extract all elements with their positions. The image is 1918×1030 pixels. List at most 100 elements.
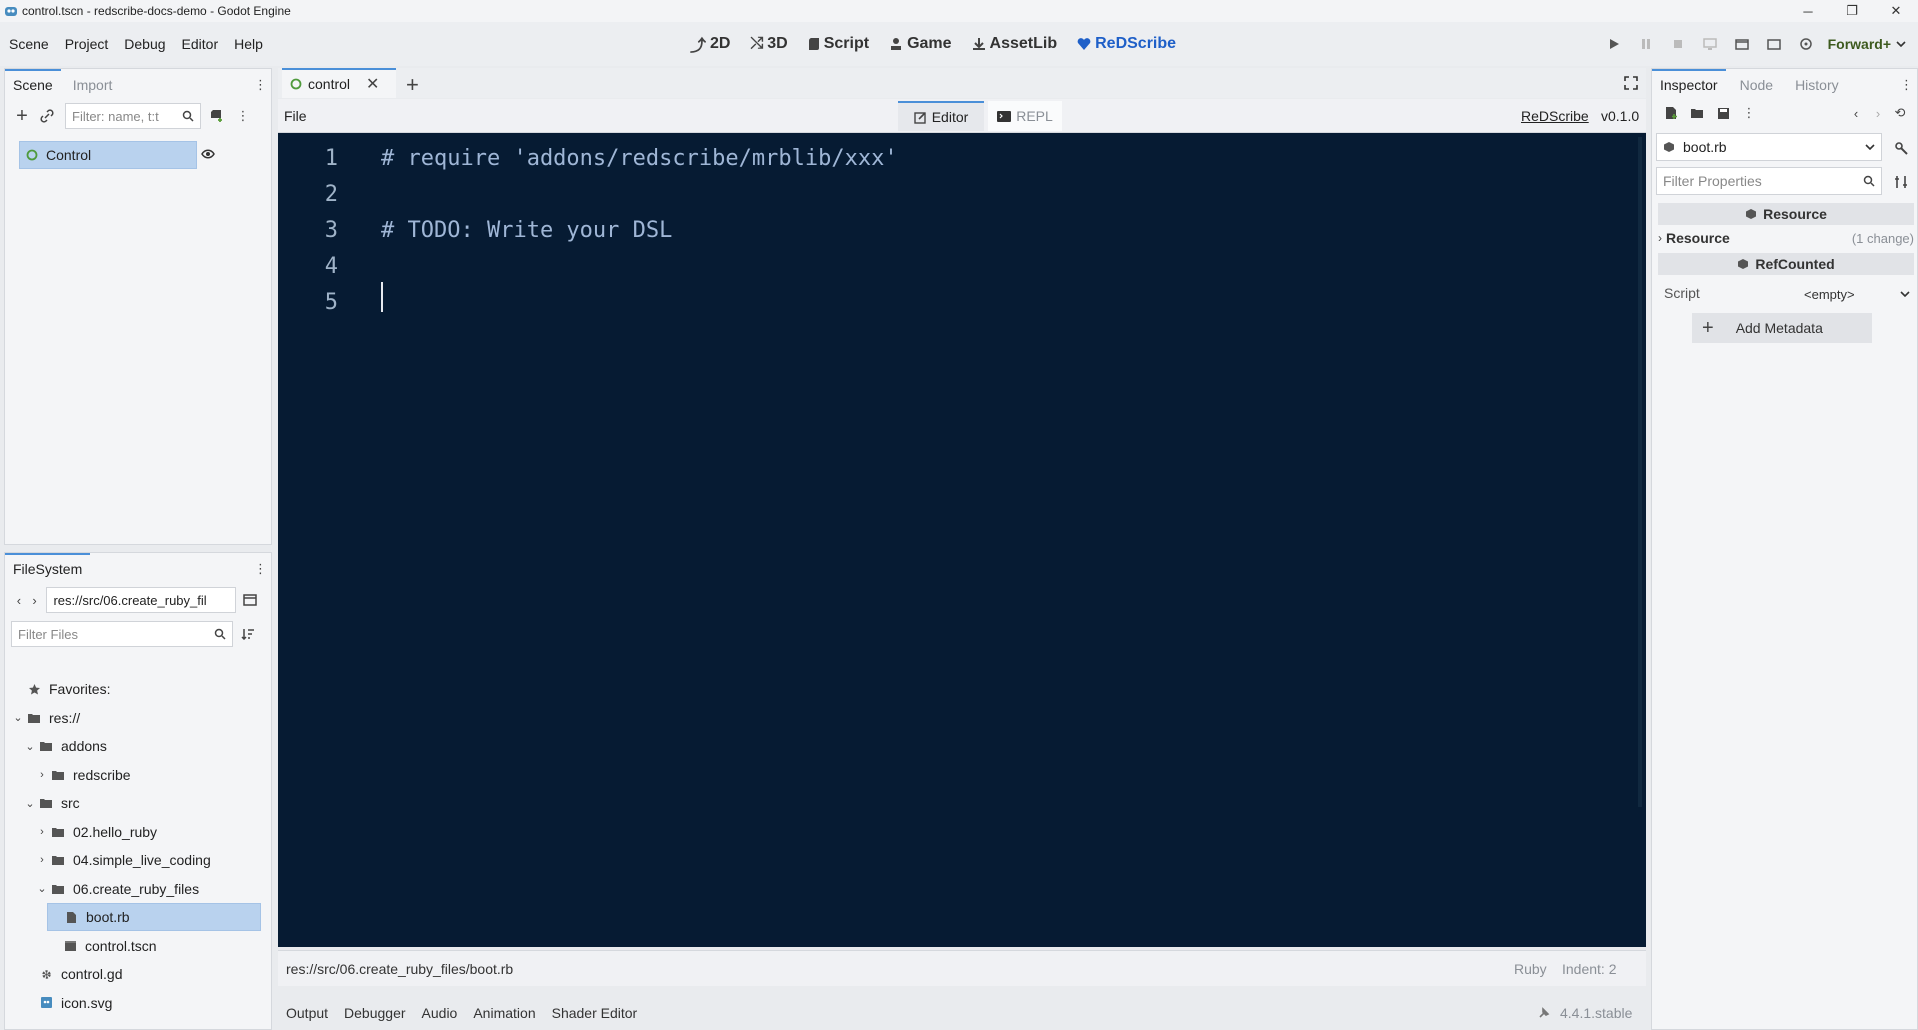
scene-tree-root[interactable]: Control	[19, 141, 197, 169]
history-back-icon[interactable]: ‹	[1845, 106, 1867, 121]
filesystem-tree-item[interactable]: › redscribe	[35, 761, 261, 789]
property-settings-icon[interactable]	[1894, 175, 1908, 189]
tab-output[interactable]: Output	[286, 1005, 328, 1021]
file-menu[interactable]: File	[284, 108, 307, 124]
add-node-icon[interactable]: +	[11, 105, 33, 128]
filesystem-tree-item[interactable]: control.tscn	[47, 932, 261, 960]
filesystem-tree-item[interactable]: control.gd	[23, 960, 261, 988]
code-line[interactable]: 1 # require 'addons/redscribe/mrblib/xxx'	[278, 141, 1638, 176]
attach-script-icon[interactable]	[201, 109, 233, 123]
renderer-selector[interactable]: Forward+	[1828, 36, 1906, 52]
scene-tab-control[interactable]: control ✕	[282, 68, 396, 98]
visibility-eye-icon[interactable]	[201, 148, 215, 160]
link-icon[interactable]	[33, 109, 61, 123]
scene-more-icon[interactable]: ⋮	[233, 108, 253, 124]
tab-filesystem[interactable]: FileSystem	[5, 553, 91, 583]
menu-help[interactable]: Help	[234, 36, 263, 52]
tab-scene[interactable]: Scene	[5, 69, 61, 99]
editor-scrollbar[interactable]	[1638, 137, 1642, 807]
code-line[interactable]: 4	[278, 249, 1638, 284]
play-custom-scene-icon[interactable]	[1758, 38, 1790, 50]
stop-icon[interactable]	[1662, 38, 1694, 50]
workspace-assetlib-button[interactable]: AssetLib	[972, 35, 1057, 53]
tab-inspector[interactable]: Inspector	[1652, 69, 1726, 99]
inspector-more-icon[interactable]: ⋮	[1736, 105, 1762, 121]
new-resource-icon[interactable]	[1658, 106, 1684, 120]
play-scene-icon[interactable]	[1726, 38, 1758, 50]
filter-properties-input[interactable]: Filter Properties	[1656, 167, 1882, 195]
new-tab-icon[interactable]: +	[406, 72, 419, 98]
close-window-button[interactable]: ✕	[1874, 0, 1918, 22]
filesystem-tree-item[interactable]: Favorites:	[11, 675, 261, 703]
workspace-script-button[interactable]: Script	[808, 35, 869, 53]
distraction-free-icon[interactable]	[1624, 76, 1638, 90]
close-tab-icon[interactable]: ✕	[366, 74, 379, 94]
dock-menu-icon[interactable]: ⋮	[254, 77, 267, 93]
tab-debugger[interactable]: Debugger	[344, 1005, 406, 1021]
menu-debug[interactable]: Debug	[124, 36, 165, 52]
pause-icon[interactable]	[1630, 38, 1662, 50]
tab-node[interactable]: Node	[1732, 71, 1781, 99]
filesystem-tree-item[interactable]: ⌄ addons	[23, 732, 261, 760]
control-node-icon	[26, 149, 38, 161]
object-history-icon[interactable]: ⟲	[1889, 105, 1911, 121]
back-icon[interactable]: ‹	[11, 593, 27, 608]
workspace-3d-button[interactable]: ⤭ 3D	[750, 35, 787, 53]
workspace-game-button[interactable]: Game	[889, 35, 952, 53]
tab-editor[interactable]: Editor	[898, 101, 984, 131]
group-resource[interactable]: › Resource (1 change)	[1658, 227, 1914, 249]
plugin-name-link[interactable]: ReDScribe	[1521, 108, 1589, 124]
tab-audio[interactable]: Audio	[422, 1005, 458, 1021]
add-metadata-button[interactable]: + Add Metadata	[1692, 313, 1872, 343]
remote-debug-icon[interactable]	[1694, 38, 1726, 50]
plus-icon: +	[1702, 316, 1714, 339]
filesystem-tree-item[interactable]: ⌄ res://	[11, 704, 261, 732]
tab-repl[interactable]: REPL	[988, 101, 1062, 131]
split-view-icon[interactable]	[236, 594, 266, 606]
filesystem-tree-item[interactable]: ⌄ 06.create_ruby_files	[35, 875, 261, 903]
chevron-down-icon[interactable]: ⌄	[23, 740, 37, 753]
maximize-button[interactable]: ❐	[1830, 0, 1874, 22]
forward-icon[interactable]: ›	[27, 593, 43, 608]
filesystem-tree-item[interactable]: › 02.hello_ruby	[35, 818, 261, 846]
chevron-right-icon[interactable]: ›	[35, 854, 49, 866]
filesystem-tree-item[interactable]: icon.svg	[23, 989, 261, 1017]
menu-scene[interactable]: Scene	[9, 36, 49, 52]
tab-history[interactable]: History	[1787, 71, 1847, 99]
chevron-down-icon[interactable]: ⌄	[23, 797, 37, 810]
tab-shader-editor[interactable]: Shader Editor	[552, 1005, 638, 1021]
workspace-redscribe-button[interactable]: ReDScribe	[1077, 35, 1176, 53]
menu-editor[interactable]: Editor	[182, 36, 219, 52]
dock-menu-icon[interactable]: ⋮	[254, 561, 267, 577]
filesystem-tree-item[interactable]: boot.rb	[47, 903, 261, 931]
menu-project[interactable]: Project	[65, 36, 109, 52]
chevron-right-icon[interactable]: ›	[35, 769, 49, 781]
chevron-down-icon[interactable]: ⌄	[11, 711, 25, 724]
play-icon[interactable]	[1598, 38, 1630, 50]
code-editor[interactable]: 1 # require 'addons/redscribe/mrblib/xxx'…	[278, 133, 1646, 947]
filesystem-path-input[interactable]: res://src/06.create_ruby_fil	[46, 587, 236, 613]
tab-animation[interactable]: Animation	[473, 1005, 535, 1021]
tools-icon[interactable]	[1894, 141, 1908, 155]
control-node-icon	[290, 78, 302, 90]
history-forward-icon[interactable]: ›	[1867, 106, 1889, 121]
save-icon[interactable]	[1710, 107, 1736, 120]
resource-selector[interactable]: boot.rb	[1656, 133, 1882, 161]
dock-menu-icon[interactable]: ⋮	[1900, 77, 1913, 93]
tab-import[interactable]: Import	[65, 71, 121, 99]
code-line[interactable]: 5	[278, 285, 1638, 320]
chevron-right-icon[interactable]: ›	[35, 826, 49, 838]
open-folder-icon[interactable]	[1684, 107, 1710, 119]
script-property-value[interactable]: <empty>	[1804, 283, 1910, 305]
filesystem-tree-item[interactable]: ⌄ src	[23, 789, 261, 817]
minimize-button[interactable]: ─	[1786, 0, 1830, 22]
chevron-down-icon[interactable]: ⌄	[35, 882, 49, 895]
movie-maker-icon[interactable]	[1790, 37, 1822, 51]
code-line[interactable]: 2	[278, 177, 1638, 212]
sort-icon[interactable]	[233, 628, 263, 640]
workspace-2d-button[interactable]: ⤴ 2D	[690, 32, 730, 56]
code-line[interactable]: 3 # TODO: Write your DSL	[278, 213, 1638, 248]
filter-files-input[interactable]: Filter Files	[11, 621, 233, 647]
scene-filter-input[interactable]: Filter: name, t:t	[65, 103, 201, 129]
filesystem-tree-item[interactable]: › 04.simple_live_coding	[35, 846, 261, 874]
